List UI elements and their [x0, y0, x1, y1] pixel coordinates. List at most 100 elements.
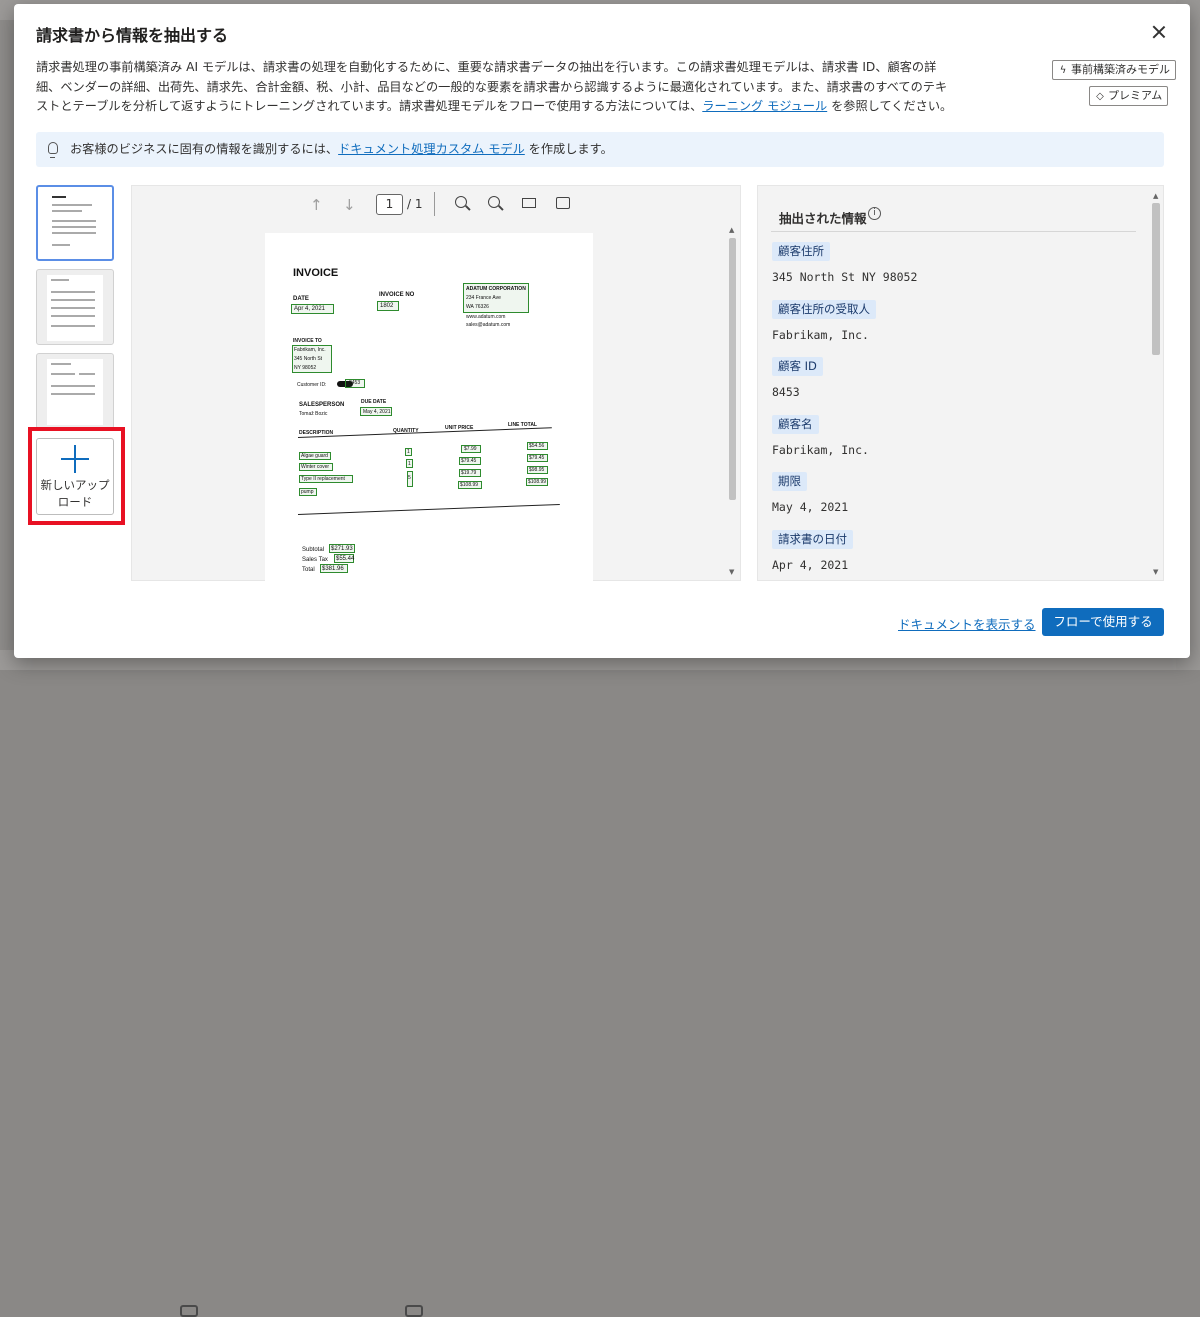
date-value: Apr 4, 2021 [294, 306, 326, 312]
info-icon[interactable]: i [868, 207, 881, 220]
thumbnail-page [48, 192, 104, 258]
new-upload-button[interactable]: 新しいアップロード [36, 438, 114, 515]
scroll-up-icon[interactable]: ▲ [729, 226, 734, 234]
premium-label: プレミアム [1108, 89, 1163, 102]
sample-thumbnail-2[interactable] [36, 269, 114, 345]
description-suffix: を参照してください。 [827, 99, 953, 113]
toolbar-divider [434, 192, 435, 216]
item4-price: $108.99 [460, 482, 479, 488]
item1-desc: Algae guard [301, 453, 328, 459]
prebuilt-model-label: 事前構築済みモデル [1071, 63, 1170, 76]
zoom-in-icon[interactable] [488, 196, 500, 208]
page-total: / 1 [407, 197, 423, 211]
extracted-info-panel: 抽出された情報 i 顧客住所 345 North St NY 98052 顧客住… [757, 185, 1164, 581]
total-value: $381.96 [322, 566, 344, 572]
panel-scroll-up-icon[interactable]: ▲ [1153, 192, 1158, 200]
vendor-name: ADATUM CORPORATION [466, 286, 526, 292]
item3-qty: 5 [408, 475, 411, 481]
field-value-customer-name: Fabrikam, Inc. [772, 443, 869, 457]
sample-thumbnail-3[interactable] [36, 353, 114, 429]
panel-scroll-down-icon[interactable]: ▼ [1153, 568, 1158, 576]
customer-name: Fabrikam, Inc. [294, 347, 326, 353]
arrow-up-icon[interactable]: ↑ [310, 196, 323, 214]
item3-price: $19.79 [461, 470, 477, 476]
table-footer-rule [297, 503, 560, 515]
customer-id-label: Customer ID: [297, 382, 327, 388]
prebuilt-model-badge: ϟ 事前構築済みモデル [1052, 60, 1176, 80]
vendor-web: www.adatum.com [466, 314, 506, 320]
due-date-value: May 4, 2021 [363, 409, 391, 415]
panel-scroll-thumb[interactable] [1152, 203, 1160, 355]
vendor-email: sales@adatum.com [466, 322, 511, 328]
viewer-scrollbar[interactable]: ▲ ▼ [726, 224, 738, 578]
extract-invoice-dialog: 請求書から情報を抽出する 請求書処理の事前構築済み AI モデルは、請求書の処理… [14, 4, 1190, 658]
field-value-customer-recipient: Fabrikam, Inc. [772, 328, 869, 342]
invoice-no-label: INVOICE NO [379, 292, 415, 298]
item3-total: $98.95 [529, 467, 545, 473]
salesperson-label: SALESPERSON [299, 402, 345, 408]
info-banner: お客様のビジネスに固有の情報を識別するには、ドキュメント処理カスタム モデル を… [36, 132, 1164, 167]
fit-width-icon[interactable] [522, 198, 536, 208]
item2-total: $79.45 [529, 455, 545, 461]
new-upload-label: 新しいアップロード [40, 478, 110, 509]
thumbnail-page [47, 359, 103, 425]
vendor-address-1: 234 France Ave [466, 295, 501, 301]
panel-scrollbar[interactable]: ▲ ▼ [1150, 190, 1162, 578]
item2-qty: 1 [408, 461, 411, 467]
item2-desc: Winter cover [301, 464, 330, 470]
field-label-customer-address: 顧客住所 [772, 242, 830, 261]
fit-page-icon[interactable] [556, 197, 570, 209]
field-value-customer-address: 345 North St NY 98052 [772, 270, 918, 284]
sales-tax-label: Sales Tax [302, 557, 328, 563]
info-text: お客様のビジネスに固有の情報を識別するには、 [70, 142, 339, 156]
document-viewer: ↑ ↓ 1 / 1 INVOICE DATE Apr 4, 2021 INVOI… [131, 185, 741, 583]
date-label: DATE [293, 296, 309, 302]
info-suffix: を作成します。 [524, 142, 613, 156]
lightbulb-icon [48, 142, 58, 158]
field-value-customer-id: 8453 [772, 385, 800, 399]
invoice-to-label: INVOICE TO [293, 338, 322, 344]
field-label-due-date: 期限 [772, 472, 807, 491]
item1-price: $7.99 [464, 446, 477, 452]
field-value-invoice-date: Apr 4, 2021 [772, 558, 849, 572]
close-icon[interactable] [1148, 22, 1170, 44]
item4-desc: pump [301, 489, 314, 495]
arrow-down-icon[interactable]: ↓ [343, 196, 356, 214]
dialog-title: 請求書から情報を抽出する [36, 26, 229, 45]
field-value-due-date: May 4, 2021 [772, 500, 849, 514]
invoice-document-page: INVOICE DATE Apr 4, 2021 INVOICE NO 1802… [265, 233, 593, 583]
viewer-toolbar: ↑ ↓ 1 / 1 [132, 186, 740, 224]
sample-thumbnail-1[interactable] [36, 185, 114, 261]
use-in-flow-button[interactable]: フローで使用する [1042, 608, 1164, 636]
table-header-rule [297, 427, 552, 438]
sales-tax-value: $55.44 [336, 556, 355, 562]
scroll-down-icon[interactable]: ▼ [729, 568, 734, 576]
zoom-out-icon[interactable] [455, 196, 467, 208]
backdrop-app-icon [405, 1305, 423, 1317]
premium-badge: ◇ プレミアム [1089, 86, 1169, 106]
plus-icon [61, 445, 89, 473]
field-label-invoice-date: 請求書の日付 [772, 530, 853, 549]
view-document-link[interactable]: ドキュメントを表示する [898, 614, 1036, 633]
item3-desc: Type II replacement [301, 476, 345, 482]
customer-id-value: 8453 [349, 380, 361, 386]
vendor-address-2: WA 76326 [466, 304, 489, 310]
item1-total: $54.56 [529, 443, 545, 449]
learning-module-link[interactable]: ラーニング モジュール [702, 99, 827, 113]
lightning-icon: ϟ [1059, 65, 1067, 76]
field-label-customer-recipient: 顧客住所の受取人 [772, 300, 876, 319]
customer-address-2: NY 98052 [294, 365, 317, 371]
thumbnail-page [47, 275, 103, 341]
invoice-no-value: 1802 [380, 303, 394, 309]
custom-model-link[interactable]: ドキュメント処理カスタム モデル [338, 142, 525, 156]
diamond-icon: ◇ [1096, 91, 1104, 102]
dialog-description: 請求書処理の事前構築済み AI モデルは、請求書の処理を自動化するために、重要な… [36, 58, 956, 117]
subtotal-value: $271.93 [331, 546, 353, 552]
item4-total: $108.99 [528, 479, 547, 485]
viewer-scroll-thumb[interactable] [729, 238, 736, 500]
page-number-input[interactable]: 1 [376, 194, 403, 215]
field-label-customer-name: 顧客名 [772, 415, 819, 434]
item1-qty: 1 [407, 449, 410, 455]
total-label: Total [302, 567, 315, 573]
backdrop-chart-icon [180, 1305, 198, 1317]
